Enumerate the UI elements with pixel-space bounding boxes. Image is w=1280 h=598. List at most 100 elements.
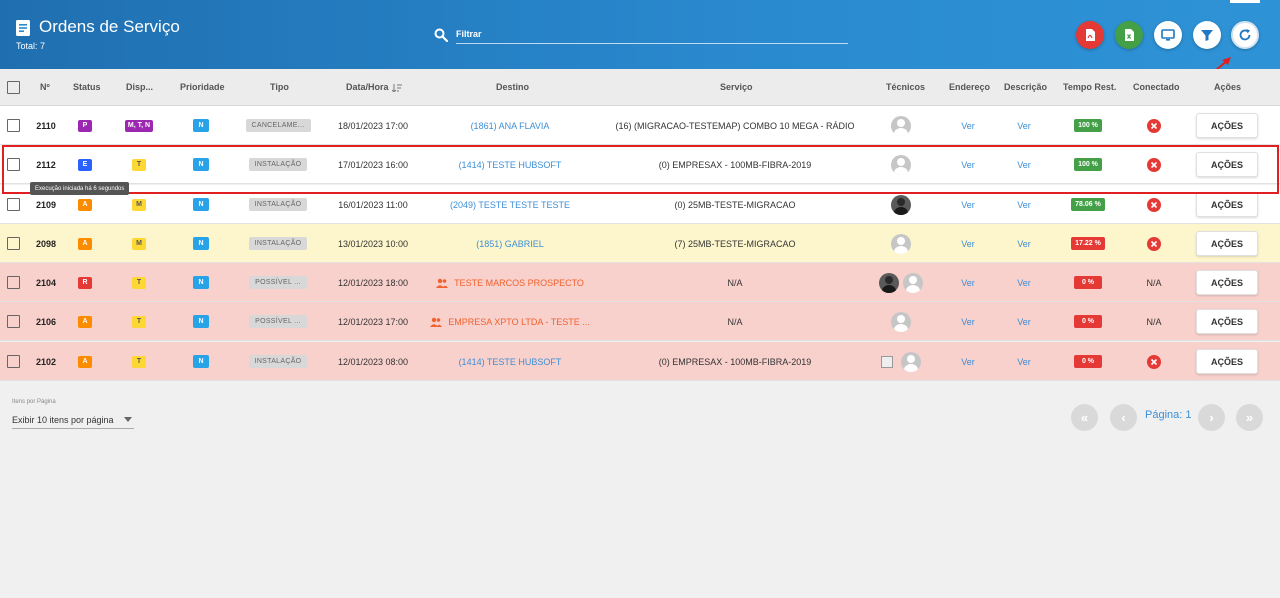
acoes-button[interactable]: AÇÕES [1196, 270, 1258, 295]
endereco-cell[interactable]: Ver [945, 224, 991, 263]
descricao-cell[interactable]: Ver [1002, 302, 1046, 341]
page-indicator: Página: 1 [1145, 409, 1192, 421]
next-page-button[interactable]: › [1198, 404, 1225, 431]
acoes-button[interactable]: AÇÕES [1196, 309, 1258, 334]
descricao-cell[interactable]: Ver [1002, 106, 1046, 145]
status-badge: A [78, 198, 92, 211]
disp-cell: T [118, 263, 160, 302]
descricao-link[interactable]: Ver [1017, 239, 1031, 249]
table-row[interactable]: 2098 A M N INSTALAÇÃO 13/01/2023 10:00 (1851) … [0, 224, 1280, 263]
datahora-text: 18/01/2023 17:00 [337, 120, 409, 131]
row-checkbox[interactable] [7, 119, 20, 132]
table-row[interactable]: 2109 A M N INSTALAÇÃO 16/01/2023 11:00 (2049) … [0, 185, 1280, 224]
conectado-cell [1130, 342, 1178, 381]
descricao-cell[interactable]: Ver [1002, 224, 1046, 263]
endereco-link[interactable]: Ver [961, 317, 975, 327]
monitor-button[interactable] [1154, 21, 1182, 49]
refresh-button[interactable] [1231, 21, 1259, 49]
destino-link[interactable]: (1851) GABRIEL [476, 239, 544, 249]
acoes-button[interactable]: AÇÕES [1196, 231, 1258, 256]
order-number: 2104 [28, 263, 64, 302]
endereco-cell[interactable]: Ver [945, 302, 991, 341]
last-page-button[interactable]: » [1236, 404, 1263, 431]
descricao-cell[interactable]: Ver [1002, 185, 1046, 224]
status-badge: A [78, 237, 92, 250]
filter-input[interactable] [456, 27, 848, 44]
destino-cell[interactable]: TESTE MARCOS PROSPECTO [420, 263, 600, 302]
row-checkbox[interactable] [7, 198, 20, 211]
first-page-button[interactable]: « [1071, 404, 1098, 431]
servico-cell: (16) (MIGRACAO-TESTEMAP) COMBO 10 MEGA -… [600, 106, 870, 145]
destino-link[interactable]: TESTE MARCOS PROSPECTO [454, 278, 584, 288]
endereco-cell[interactable]: Ver [945, 263, 991, 302]
datahora-cell: 17/01/2023 16:00 [330, 145, 416, 184]
destino-cell[interactable]: (1414) TESTE HUBSOFT [420, 342, 600, 381]
broken-image-icon [881, 355, 893, 368]
select-all-checkbox[interactable] [7, 81, 20, 94]
table-row[interactable]: 2104 R T N POSSÍVEL ... 12/01/2023 18:00 TESTE… [0, 263, 1280, 302]
col-tecnicos: Técnicos [886, 82, 926, 92]
endereco-cell[interactable]: Ver [945, 145, 991, 184]
destino-cell[interactable]: (1861) ANA FLAVIA [420, 106, 600, 145]
order-number: 2098 [28, 224, 64, 263]
execution-tooltip: Execução iniciada há 6 segundos [30, 182, 130, 195]
tipo-cell: CANCELAME... [240, 106, 316, 145]
destino-link[interactable]: (2049) TESTE TESTE TESTE [450, 200, 570, 210]
spreadsheet-icon [1125, 29, 1134, 41]
row-checkbox[interactable] [7, 315, 20, 328]
double-chevron-right-icon: » [1245, 410, 1254, 425]
row-checkbox[interactable] [7, 355, 20, 368]
descricao-link[interactable]: Ver [1017, 160, 1031, 170]
destino-link[interactable]: (1861) ANA FLAVIA [471, 121, 550, 131]
destino-link[interactable]: (1414) TESTE HUBSOFT [459, 357, 562, 367]
tecnicos-cell [870, 224, 932, 263]
descricao-link[interactable]: Ver [1017, 357, 1031, 367]
destino-cell[interactable]: EMPRESA XPTO LTDA - TESTE ... [420, 302, 600, 341]
descricao-link[interactable]: Ver [1017, 317, 1031, 327]
acoes-button[interactable]: AÇÕES [1196, 192, 1258, 217]
servico-text: (16) (MIGRACAO-TESTEMAP) COMBO 10 MEGA -… [615, 120, 855, 131]
acoes-button[interactable]: AÇÕES [1196, 113, 1258, 138]
destino-cell[interactable]: (1851) GABRIEL [420, 224, 600, 263]
descricao-cell[interactable]: Ver [1002, 263, 1046, 302]
export-pdf-button[interactable] [1076, 21, 1104, 49]
destino-cell[interactable]: (2049) TESTE TESTE TESTE [420, 185, 600, 224]
endereco-link[interactable]: Ver [961, 357, 975, 367]
descricao-link[interactable]: Ver [1017, 200, 1031, 210]
descricao-cell[interactable]: Ver [1002, 145, 1046, 184]
acoes-button[interactable]: AÇÕES [1196, 349, 1258, 374]
endereco-link[interactable]: Ver [961, 239, 975, 249]
endereco-cell[interactable]: Ver [945, 106, 991, 145]
endereco-cell[interactable]: Ver [945, 342, 991, 381]
table-row[interactable]: 2112 E T N INSTALAÇÃO 17/01/2023 16:00 (1414) … [0, 145, 1280, 184]
acoes-cell: AÇÕES [1190, 302, 1264, 341]
disp-badge: M, T, N [124, 119, 154, 132]
row-checkbox[interactable] [7, 158, 20, 171]
descricao-link[interactable]: Ver [1017, 278, 1031, 288]
destino-cell[interactable]: (1414) TESTE HUBSOFT [420, 145, 600, 184]
table-row[interactable]: 2102 A T N INSTALAÇÃO 12/01/2023 08:00 (1414) … [0, 342, 1280, 381]
disp-badge: M [132, 237, 146, 250]
endereco-link[interactable]: Ver [961, 160, 975, 170]
endereco-link[interactable]: Ver [961, 278, 975, 288]
prev-page-button[interactable]: ‹ [1110, 404, 1137, 431]
row-checkbox[interactable] [7, 276, 20, 289]
filter-button[interactable] [1193, 21, 1221, 49]
servico-text: N/A [727, 277, 743, 288]
datahora-text: 13/01/2023 10:00 [337, 238, 409, 249]
descricao-link[interactable]: Ver [1017, 121, 1031, 131]
table-row[interactable]: 2106 A T N POSSÍVEL ... 12/01/2023 17:00 EMPRE… [0, 302, 1280, 341]
export-excel-button[interactable] [1115, 21, 1143, 49]
endereco-link[interactable]: Ver [961, 200, 975, 210]
descricao-cell[interactable]: Ver [1002, 342, 1046, 381]
endereco-link[interactable]: Ver [961, 121, 975, 131]
table-row[interactable]: 2110 P M, T, N N CANCELAME... 18/01/2023 17:0… [0, 106, 1280, 145]
row-checkbox[interactable] [7, 237, 20, 250]
items-per-page-select[interactable]: Exibir 10 itens por página [12, 411, 134, 429]
tipo-cell: INSTALAÇÃO [240, 342, 316, 381]
destino-link[interactable]: (1414) TESTE HUBSOFT [459, 160, 562, 170]
acoes-button[interactable]: AÇÕES [1196, 152, 1258, 177]
endereco-cell[interactable]: Ver [945, 185, 991, 224]
col-datahora[interactable]: Data/Hora [346, 82, 402, 92]
destino-link[interactable]: EMPRESA XPTO LTDA - TESTE ... [448, 317, 590, 327]
